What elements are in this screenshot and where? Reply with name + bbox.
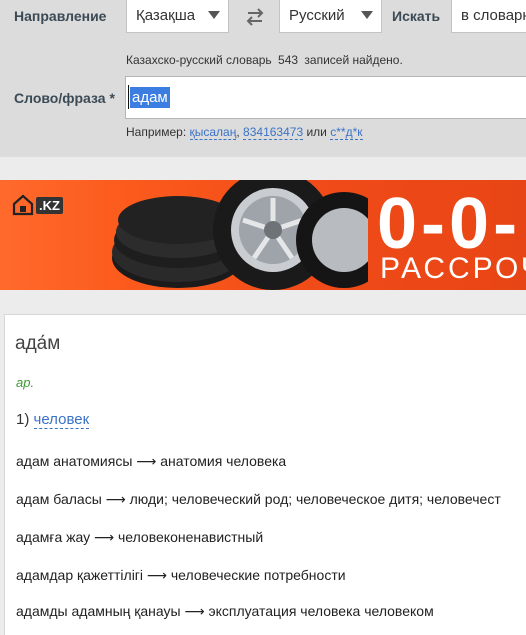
sense-translation-link[interactable]: человек <box>33 411 90 429</box>
example-link-3[interactable]: с**д*к <box>330 125 363 140</box>
example-line: Например: қысалаң, 834163473 или с**д*к <box>126 125 363 140</box>
text-cursor <box>128 85 129 109</box>
phrase-item: адам баласы ⟶ люди; человеческий род; че… <box>16 491 501 507</box>
headword: ада́м <box>15 333 61 354</box>
result-count: 543 <box>278 53 299 67</box>
phrase-item: адам анатомиясы ⟶ анатомия человека <box>16 453 287 469</box>
phrase-item: адамды адамның қанауы ⟶ эксплуатация чел… <box>16 603 434 619</box>
phrase-item: адамдар қажеттілігі ⟶ человеческие потре… <box>16 567 346 583</box>
ad-subline: РАССРОЧ <box>380 252 526 285</box>
example-link-2[interactable]: 834163473 <box>243 125 304 140</box>
result-count-line: Казахско-русский словарь 543 записей най… <box>126 53 403 67</box>
chevron-down-icon <box>208 11 220 19</box>
query-input[interactable]: адам <box>125 76 526 119</box>
part-of-speech: ар. <box>16 375 35 390</box>
house-icon <box>12 194 34 216</box>
example-link-1[interactable]: қысалаң <box>189 125 237 140</box>
count-text-after: записей найдено. <box>304 53 403 67</box>
search-panel: Направление Қазақша Русский Искать в сло… <box>0 0 526 157</box>
to-language-value: Русский <box>289 6 345 24</box>
from-language-select[interactable]: Қазақша <box>126 0 229 33</box>
search-label: Искать <box>392 8 441 24</box>
swap-icon <box>246 8 264 26</box>
query-value: адам <box>130 87 170 108</box>
sense-number: 1) <box>16 411 30 428</box>
tires-image <box>112 180 368 290</box>
search-scope-value: в словарн <box>461 6 526 24</box>
count-text-before: Казахско-русский словарь <box>126 53 272 67</box>
from-language-value: Қазақша <box>136 6 196 24</box>
sense-1: 1) человек <box>16 411 90 429</box>
ad-logo: .KZ <box>12 194 63 216</box>
swap-languages-button[interactable] <box>240 2 270 32</box>
phrase-item: адамға жау ⟶ человеконенавистный <box>16 529 264 545</box>
query-label: Слово/фраза * <box>14 90 115 106</box>
search-scope-select[interactable]: в словарн <box>451 0 526 33</box>
example-separator: , <box>236 125 240 139</box>
chevron-down-icon <box>361 11 373 19</box>
ad-logo-text: .KZ <box>36 196 63 214</box>
direction-label: Направление <box>14 8 107 24</box>
example-or: или <box>306 125 327 139</box>
to-language-select[interactable]: Русский <box>279 0 382 33</box>
ad-banner[interactable]: .KZ 0-0- РАССРОЧ <box>0 180 526 290</box>
result-card: ада́м ар. 1) человек адам анатомиясы ⟶ а… <box>4 314 526 635</box>
example-prefix: Например: <box>126 125 187 139</box>
query-label-text: Слово/фраза <box>14 90 106 106</box>
required-mark: * <box>109 90 115 106</box>
